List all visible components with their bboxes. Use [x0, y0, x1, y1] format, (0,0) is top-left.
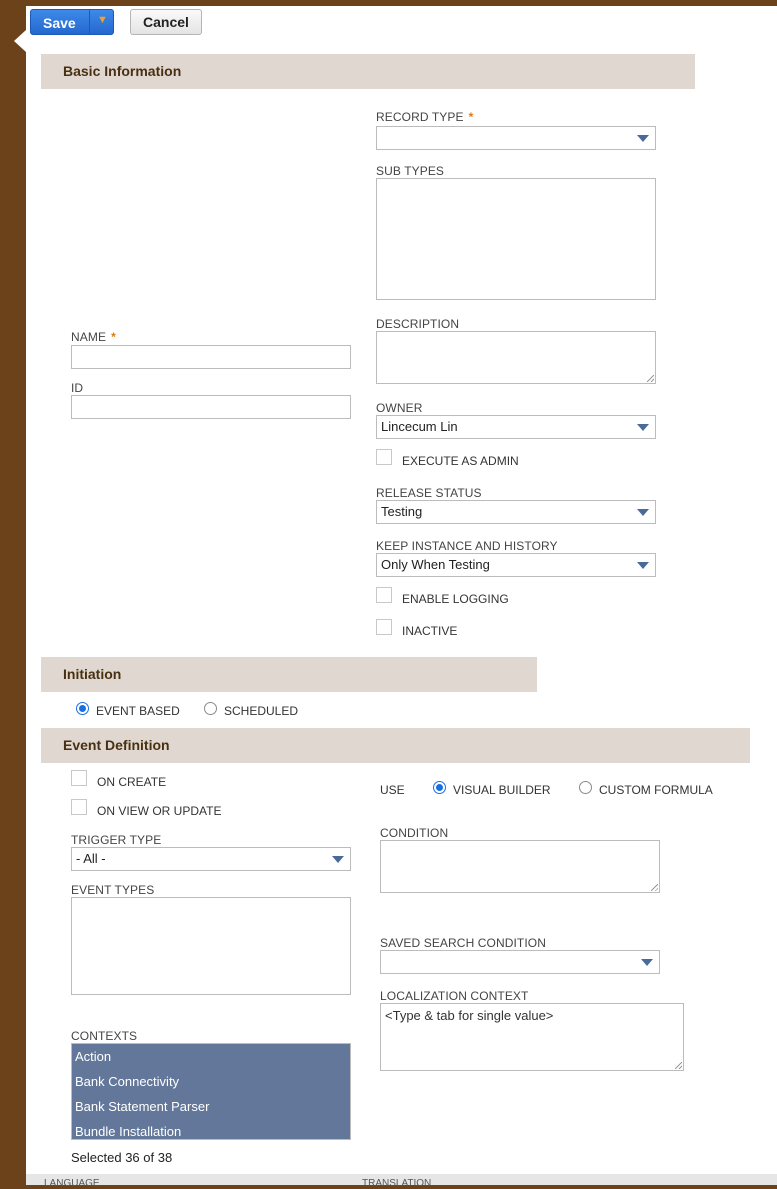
execute-as-admin-checkbox[interactable] — [376, 449, 392, 465]
event-types-list[interactable] — [71, 897, 351, 995]
release-status-label: RELEASE STATUS — [376, 486, 482, 500]
resize-grip-icon[interactable] — [647, 375, 654, 382]
list-item[interactable]: Bank Statement Parser — [72, 1094, 350, 1119]
form-panel: Save ▼ Cancel Basic Information RECORD T… — [26, 6, 777, 1189]
chevron-down-icon — [637, 509, 649, 516]
keep-instance-select[interactable]: Only When Testing — [376, 553, 656, 577]
release-status-value: Testing — [381, 504, 423, 519]
name-field[interactable] — [71, 345, 351, 369]
custom-formula-label: CUSTOM FORMULA — [599, 783, 713, 797]
id-field[interactable] — [71, 395, 351, 419]
owner-value: Lincecum Lin — [381, 419, 458, 434]
panel-notch — [14, 30, 26, 52]
visual-builder-label: VISUAL BUILDER — [453, 783, 551, 797]
on-view-update-checkbox[interactable] — [71, 799, 87, 815]
keep-instance-label: KEEP INSTANCE AND HISTORY — [376, 539, 558, 553]
localization-label: LOCALIZATION CONTEXT — [380, 989, 529, 1003]
visual-builder-radio[interactable] — [433, 781, 446, 794]
contexts-selected-count: Selected 36 of 38 — [71, 1150, 173, 1165]
enable-logging-label: ENABLE LOGGING — [402, 592, 509, 606]
save-button[interactable]: Save ▼ — [30, 9, 114, 35]
resize-grip-icon[interactable] — [651, 884, 658, 891]
required-marker: * — [468, 110, 474, 124]
saved-search-label: SAVED SEARCH CONDITION — [380, 936, 546, 950]
event-based-label: EVENT BASED — [96, 704, 180, 718]
name-label: NAME * — [71, 330, 116, 344]
translation-table-header: LANGUAGE TRANSLATION — [26, 1174, 777, 1189]
on-create-label: ON CREATE — [97, 775, 167, 789]
translation-column-header: TRANSLATION — [362, 1178, 432, 1189]
list-item[interactable]: Bank Connectivity — [72, 1069, 350, 1094]
event-based-radio[interactable] — [76, 702, 89, 715]
description-field[interactable] — [376, 331, 656, 384]
scheduled-label: SCHEDULED — [224, 704, 299, 718]
list-item[interactable]: Bundle Installation — [72, 1119, 350, 1139]
localization-field[interactable]: <Type & tab for single value> — [380, 1003, 684, 1071]
saved-search-select[interactable] — [380, 950, 660, 974]
save-dropdown-icon[interactable]: ▼ — [97, 14, 108, 26]
save-label: Save — [43, 15, 76, 31]
language-column-header: LANGUAGE — [44, 1178, 100, 1189]
owner-label: OWNER — [376, 401, 423, 415]
on-create-checkbox[interactable] — [71, 770, 87, 786]
section-initiation[interactable]: Initiation — [41, 657, 537, 692]
chevron-down-icon — [637, 424, 649, 431]
keep-instance-value: Only When Testing — [381, 557, 490, 572]
event-types-label: EVENT TYPES — [71, 883, 155, 897]
id-label: ID — [71, 381, 84, 395]
execute-as-admin-label: EXECUTE AS ADMIN — [402, 454, 519, 468]
description-label: DESCRIPTION — [376, 317, 460, 331]
sub-types-list[interactable] — [376, 178, 656, 300]
section-event-definition[interactable]: Event Definition — [41, 728, 750, 763]
release-status-select[interactable]: Testing — [376, 500, 656, 524]
chevron-down-icon — [637, 135, 649, 142]
inactive-checkbox[interactable] — [376, 619, 392, 635]
trigger-type-value: - All - — [76, 851, 106, 866]
use-label: USE — [380, 783, 405, 797]
record-type-label: RECORD TYPE * — [376, 110, 474, 124]
condition-field[interactable] — [380, 840, 660, 893]
owner-select[interactable]: Lincecum Lin — [376, 415, 656, 439]
record-type-select[interactable] — [376, 126, 656, 150]
cancel-button[interactable]: Cancel — [130, 9, 202, 35]
on-view-update-label: ON VIEW OR UPDATE — [97, 804, 222, 818]
contexts-list[interactable]: Action Bank Connectivity Bank Statement … — [71, 1043, 351, 1140]
chevron-down-icon — [637, 562, 649, 569]
resize-grip-icon[interactable] — [675, 1062, 682, 1069]
trigger-type-select[interactable]: - All - — [71, 847, 351, 871]
scheduled-radio[interactable] — [204, 702, 217, 715]
contexts-label: CONTEXTS — [71, 1029, 138, 1043]
trigger-type-label: TRIGGER TYPE — [71, 833, 162, 847]
inactive-label: INACTIVE — [402, 624, 458, 638]
custom-formula-radio[interactable] — [579, 781, 592, 794]
save-divider — [89, 10, 90, 34]
chevron-down-icon — [641, 959, 653, 966]
localization-placeholder: <Type & tab for single value> — [385, 1008, 554, 1023]
condition-label: CONDITION — [380, 826, 449, 840]
enable-logging-checkbox[interactable] — [376, 587, 392, 603]
sub-types-label: SUB TYPES — [376, 164, 445, 178]
chevron-down-icon — [332, 856, 344, 863]
required-marker: * — [111, 330, 116, 344]
list-item[interactable]: Action — [72, 1044, 350, 1069]
section-basic-information[interactable]: Basic Information — [41, 54, 695, 89]
